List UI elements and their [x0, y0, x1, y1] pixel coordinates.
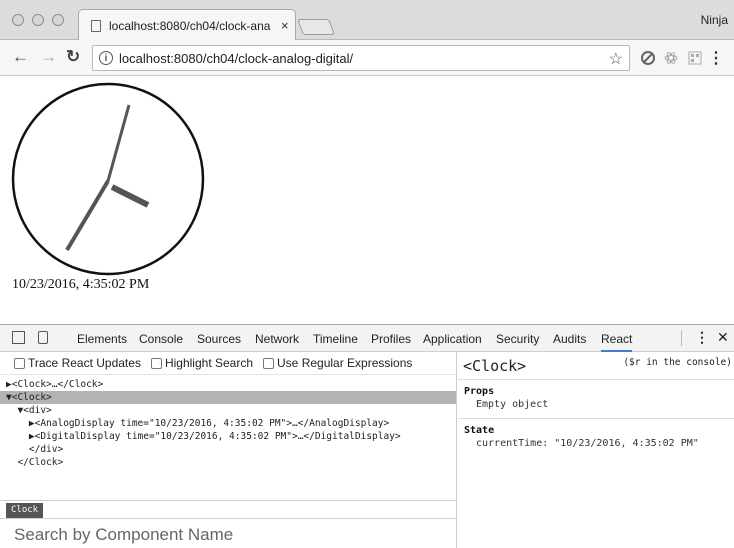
- new-tab-button[interactable]: [297, 19, 335, 35]
- state-value[interactable]: currentTime: "10/23/2016, 4:35:02 PM": [464, 436, 734, 457]
- tab-sources[interactable]: Sources: [197, 332, 241, 346]
- console-hint: ($r in the console): [623, 357, 732, 368]
- tab-audits[interactable]: Audits: [553, 332, 586, 346]
- trace-updates-option[interactable]: Trace React Updates: [14, 356, 141, 370]
- tree-node[interactable]: ▶<Clock>…</Clock>: [6, 378, 456, 391]
- devtools-close-icon[interactable]: ✕: [717, 329, 729, 346]
- devtools-menu-icon[interactable]: ⋮: [695, 329, 709, 346]
- browser-toolbar: ← → ↻ i localhost:8080/ch04/clock-analog…: [0, 40, 734, 76]
- page-icon: [91, 19, 101, 32]
- tree-node-selected[interactable]: ▼<Clock>: [0, 391, 456, 404]
- props-header: Props: [464, 386, 495, 397]
- react-options-bar: Trace React Updates Highlight Search Use…: [0, 352, 456, 375]
- tab-console[interactable]: Console: [139, 332, 183, 346]
- component-search-input[interactable]: Search by Component Name: [14, 525, 233, 545]
- minimize-window-button[interactable]: [32, 14, 44, 26]
- tree-node[interactable]: ▶<AnalogDisplay time="10/23/2016, 4:35:0…: [6, 417, 456, 430]
- address-bar[interactable]: i localhost:8080/ch04/clock-analog-digit…: [92, 45, 630, 71]
- highlight-search-option[interactable]: Highlight Search: [150, 356, 254, 370]
- tree-node[interactable]: </Clock>: [6, 456, 456, 469]
- browser-menu-icon[interactable]: ⋮: [708, 48, 724, 68]
- devtools-tab-bar: Elements Console Sources Network Timelin…: [0, 325, 734, 352]
- trace-updates-label: Trace React Updates: [28, 356, 141, 370]
- forward-arrow-icon[interactable]: →: [40, 47, 57, 67]
- info-icon[interactable]: i: [99, 51, 113, 65]
- component-tree: ▶<Clock>…</Clock> ▼<Clock> ▼<div> ▶<Anal…: [0, 375, 456, 469]
- tab-title: localhost:8080/ch04/clock-ana: [109, 18, 271, 33]
- regex-option[interactable]: Use Regular Expressions: [263, 356, 412, 370]
- react-extension-icon[interactable]: [664, 51, 678, 65]
- tab-strip: localhost:8080/ch04/clock-ana × Ninja: [0, 0, 734, 41]
- highlight-search-checkbox[interactable]: [150, 357, 162, 369]
- tab-network[interactable]: Network: [255, 332, 299, 346]
- tree-node[interactable]: ▶<DigitalDisplay time="10/23/2016, 4:35:…: [6, 430, 456, 443]
- browser-tab[interactable]: localhost:8080/ch04/clock-ana ×: [78, 9, 296, 41]
- component-tree-pane: Trace React Updates Highlight Search Use…: [0, 352, 457, 548]
- qr-extension-icon[interactable]: [688, 51, 702, 65]
- url-text[interactable]: localhost:8080/ch04/clock-analog-digital…: [119, 51, 353, 66]
- breadcrumb: Clock: [0, 500, 456, 519]
- block-extension-icon[interactable]: [641, 51, 655, 65]
- tab-application[interactable]: Application: [423, 332, 482, 346]
- tab-close-icon[interactable]: ×: [281, 18, 289, 33]
- device-toolbar-icon[interactable]: [38, 331, 48, 344]
- tab-profiles[interactable]: Profiles: [371, 332, 411, 346]
- props-value: Empty object: [476, 399, 549, 410]
- tab-timeline[interactable]: Timeline: [313, 332, 358, 346]
- regex-checkbox[interactable]: [263, 357, 275, 369]
- inspector-pane: <Clock> ($r in the console) Props Empty …: [458, 352, 734, 548]
- back-arrow-icon[interactable]: ←: [12, 47, 29, 67]
- state-header: State: [464, 425, 495, 436]
- trace-updates-checkbox[interactable]: [14, 357, 25, 369]
- tab-react[interactable]: React: [601, 332, 633, 352]
- bookmark-star-icon[interactable]: ☆: [609, 49, 623, 69]
- tab-security[interactable]: Security: [496, 332, 539, 346]
- inspector-header: <Clock> ($r in the console): [458, 352, 734, 380]
- profile-name[interactable]: Ninja: [701, 13, 728, 27]
- analog-clock: [11, 82, 205, 276]
- page-viewport: 10/23/2016, 4:35:02 PM: [0, 77, 734, 324]
- inspector-title: <Clock>: [463, 357, 527, 375]
- devtools-panel: Elements Console Sources Network Timelin…: [0, 324, 734, 548]
- props-section: Props Empty object: [458, 380, 734, 419]
- tree-node[interactable]: </div>: [6, 443, 456, 456]
- reload-icon[interactable]: ↻: [66, 47, 80, 67]
- inspect-element-icon[interactable]: [12, 331, 25, 344]
- highlight-search-label: Highlight Search: [164, 356, 254, 370]
- zoom-window-button[interactable]: [52, 14, 64, 26]
- state-section: State currentTime: "10/23/2016, 4:35:02 …: [458, 419, 734, 457]
- tree-node[interactable]: ▼<div>: [6, 404, 456, 417]
- tab-elements[interactable]: Elements: [77, 332, 127, 346]
- digital-clock-text: 10/23/2016, 4:35:02 PM: [12, 277, 150, 292]
- tab-divider: [681, 330, 682, 346]
- breadcrumb-item[interactable]: Clock: [6, 503, 44, 518]
- regex-label: Use Regular Expressions: [277, 356, 413, 370]
- close-window-button[interactable]: [12, 14, 24, 26]
